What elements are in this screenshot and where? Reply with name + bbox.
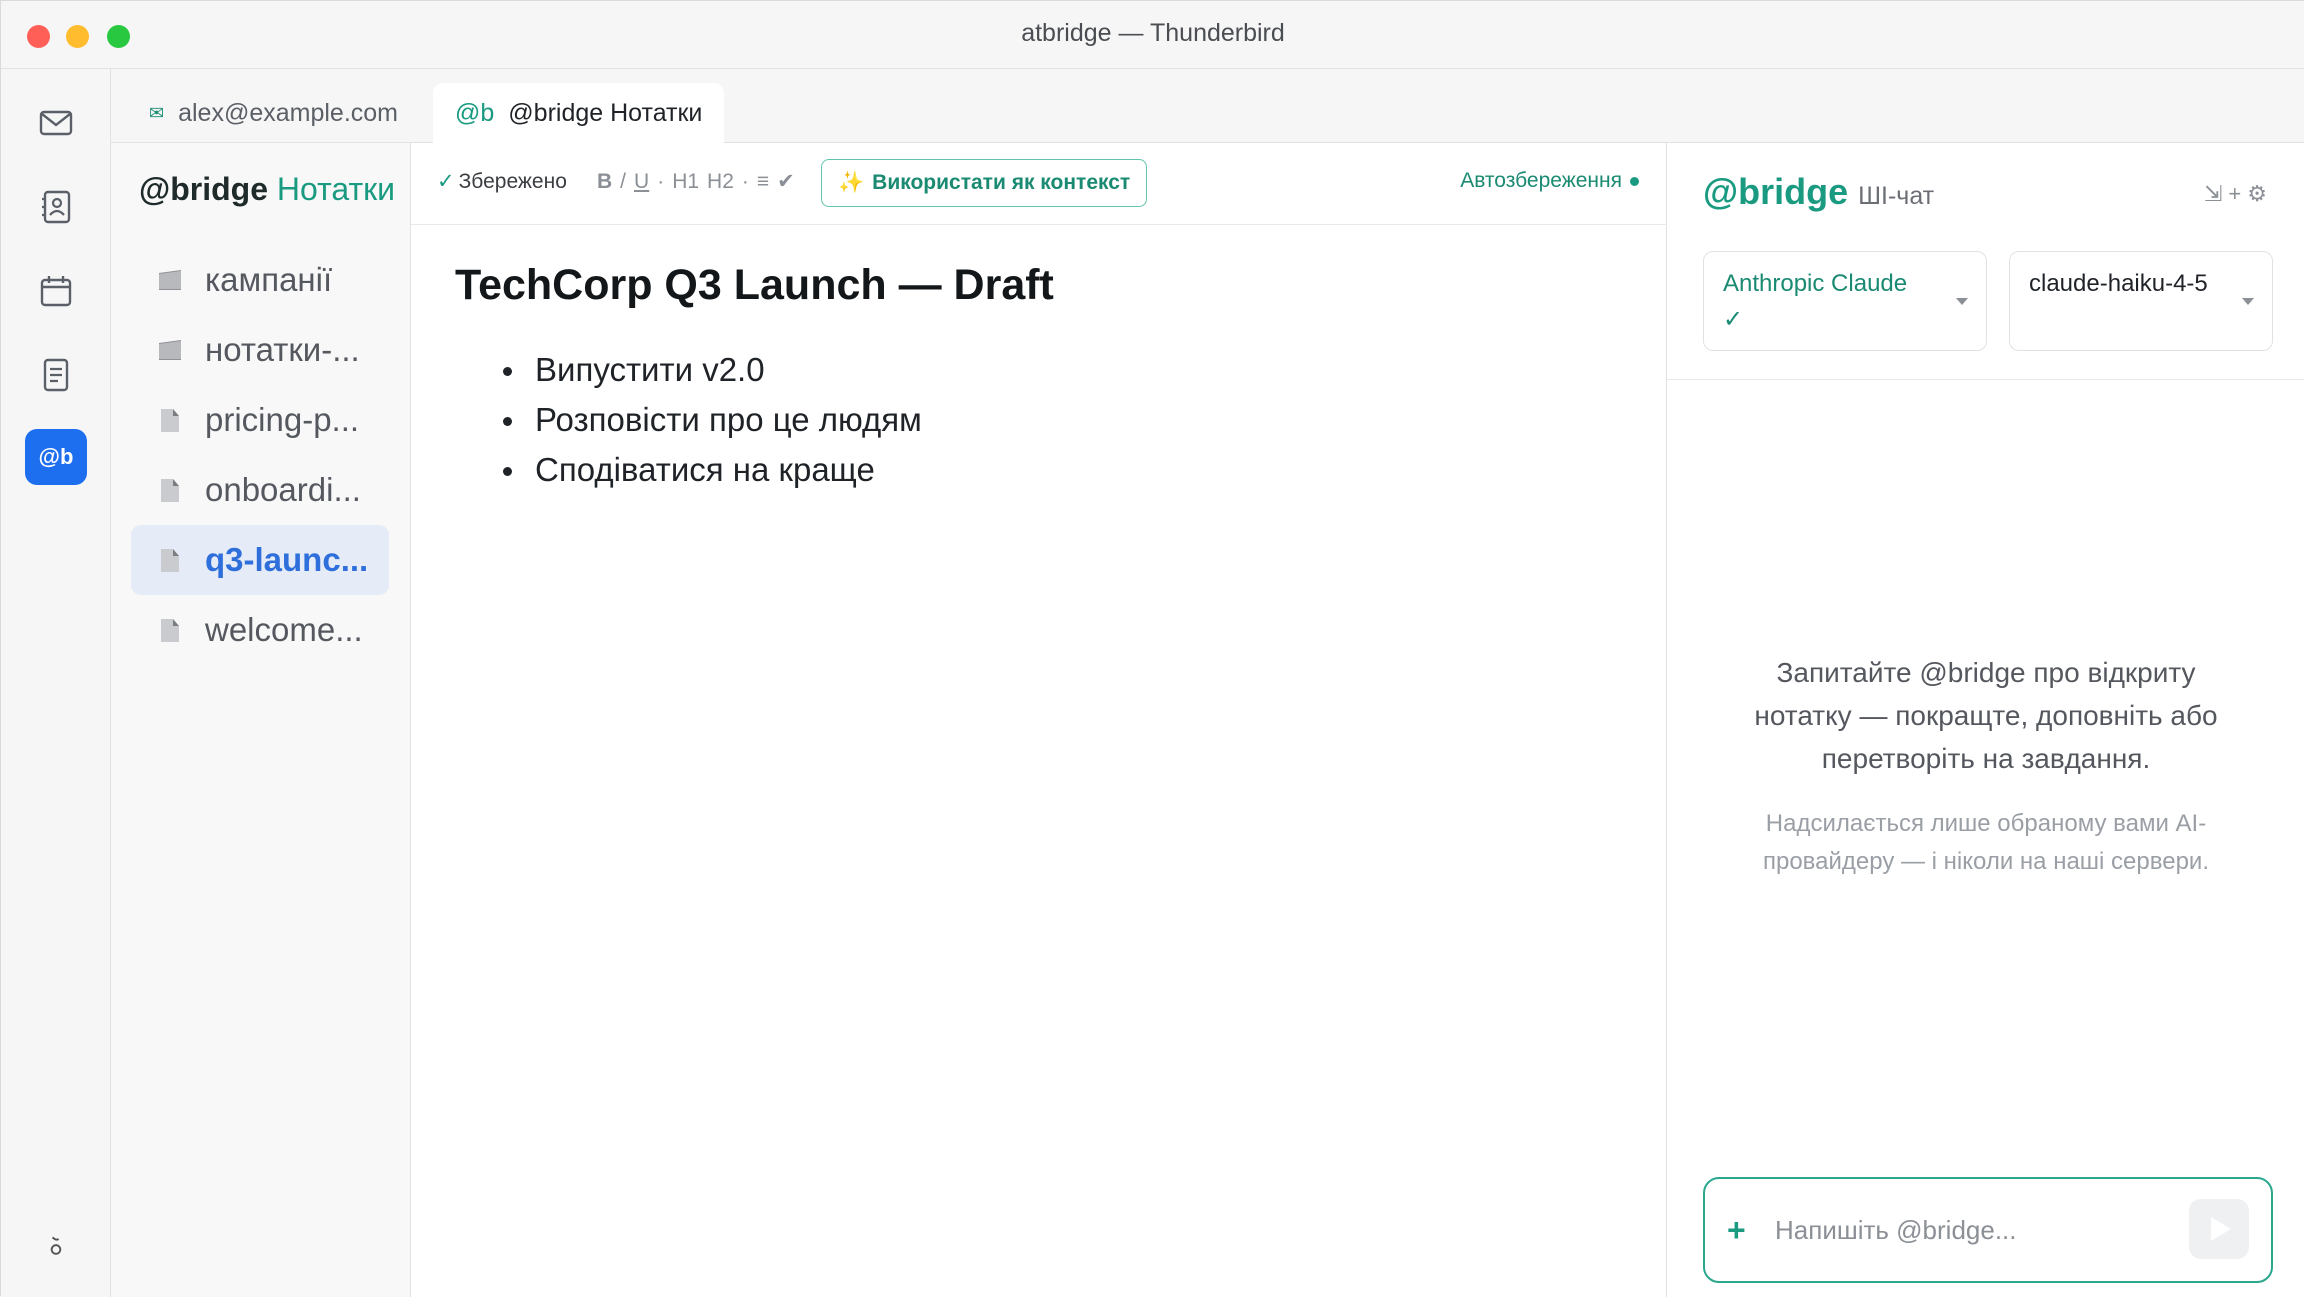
attach-plus-icon[interactable]: + [1727,1213,1746,1247]
editor-toolbar: ✓ Збережено B / U · H1 H2 · ≡ ✔ ✨ Використати як к… [411,143,1667,225]
heading2-button[interactable]: H2 [707,170,734,193]
notes-sidebar: @bridge Нотатки кампанії нотатки-... pri… [111,143,411,1297]
bullet-item[interactable]: Сподіватися на краще [455,445,922,495]
ai-chat-panel: @bridge ШІ-чат ⇲+⚙ Anthropic Claude ✓ clau… [1667,143,2304,1297]
rail-notes-button[interactable] [25,347,87,403]
file-icon [161,549,179,572]
tab-mail-label: alex@example.com [178,98,399,127]
autosave-dot-icon [1630,176,1639,186]
mail-icon: ✉ [149,102,165,123]
document-title[interactable]: TechCorp Q3 Launch — Draft [455,261,1054,310]
notes-icon [43,358,69,392]
notes-title-text: Нотатки [267,171,395,207]
model-select[interactable]: claude-haiku-4-5 [2009,251,2273,351]
file-icon [161,479,179,502]
chevron-down-icon [2242,298,2254,305]
note-file-item[interactable]: welcome... [131,595,389,665]
mail-icon [39,110,73,136]
chat-privacy-note: Надсилається лише обраному вами AI-прова… [1762,810,2209,875]
file-icon [161,409,179,432]
note-folder-item[interactable]: нотатки-... [131,315,389,385]
bullet-item[interactable]: Випустити v2.0 [455,345,922,395]
rail-address-book-button[interactable] [25,179,87,235]
app-window: atbridge — Thunderbird @b ✉ alex@example… [0,0,2304,1297]
model-select-value: claude-haiku-4-5 [2029,270,2208,297]
notes-title-brand: @bridge [139,171,268,207]
format-dot: · [741,170,749,193]
note-editor: ✓ Збережено B / U · H1 H2 · ≡ ✔ ✨ Використати як к… [411,143,1667,1297]
account-icon[interactable] [25,1221,87,1271]
bold-button[interactable]: B [597,170,612,193]
check-icon: ✓ [437,170,455,193]
chevron-down-icon [1956,298,1968,305]
format-controls: B / U · H1 H2 · ≡ ✔ [597,169,803,194]
chat-subtitle: ШІ-чат [1858,182,1935,210]
address-book-icon [42,190,71,224]
new-chat-icon[interactable]: + [2228,181,2247,206]
note-item-label: нотатки-... [205,331,360,368]
sparkles-icon: ✨ [838,171,865,194]
document-bullet-list[interactable]: Випустити v2.0 Розповісти про це людям С… [455,345,922,495]
tab-bar: ✉ alex@example.com @b @bridge Нотатки [111,69,2304,143]
tab-atbridge-notes[interactable]: @b @bridge Нотатки [433,83,725,143]
notes-title: @bridge Нотатки [139,171,395,208]
calendar-icon [40,276,72,307]
file-icon [161,619,179,642]
checklist-button[interactable]: ✔ [777,170,795,193]
rail-calendar-button[interactable] [25,263,87,319]
note-item-label: onboardi... [205,471,361,508]
use-as-context-button[interactable]: ✨ Використати як контекст [821,159,1148,207]
provider-select[interactable]: Anthropic Claude ✓ [1703,251,1987,351]
atbridge-tab-icon: @b [455,98,495,127]
note-item-label: welcome... [205,611,363,648]
folder-icon [159,340,181,360]
spaces-toolbar: @b [1,69,111,1297]
format-dot: · [657,170,665,193]
note-file-item-selected[interactable]: q3-launc... [131,525,389,595]
tab-atbridge-notes-label: @bridge Нотатки [508,98,703,127]
use-as-context-label: Використати як контекст [872,171,1131,194]
note-item-label: q3-launc... [205,541,369,578]
provider-status-icon: ✓ [1723,306,1744,333]
folder-icon [159,270,181,290]
settings-icon[interactable]: ⚙ [2247,181,2273,206]
chat-title: @bridge ШІ-чат [1703,171,1934,213]
underline-button[interactable]: U [634,170,649,193]
note-file-item[interactable]: onboardi... [131,455,389,525]
chat-empty-state: Запитайте @bridge про відкриту нотатку —… [1754,657,2218,774]
rail-atbridge-button[interactable]: @b [25,429,87,485]
provider-select-value: Anthropic Claude [1723,270,1908,297]
chat-composer: + [1703,1177,2273,1283]
save-status: ✓ Збережено [437,169,567,194]
chat-input[interactable] [1775,1207,2175,1253]
window-title: atbridge — Thunderbird [1021,19,1285,47]
save-status-label: Збережено [458,170,567,193]
autosave-status: Автозбереження [1460,169,1639,193]
send-button[interactable] [2189,1199,2249,1259]
chat-brand: @bridge [1703,171,1849,212]
atbridge-icon: @b [38,444,74,469]
autosave-label: Автозбереження [1460,169,1622,192]
format-separator: / [620,170,627,193]
title-bar: atbridge — Thunderbird [1,1,2304,69]
heading1-button[interactable]: H1 [672,170,699,193]
note-item-label: кампанії [205,261,333,298]
tab-mail[interactable]: ✉ alex@example.com [127,83,420,143]
collapse-icon[interactable]: ⇲ [2204,181,2228,206]
list-button[interactable]: ≡ [757,170,769,193]
rail-mail-button[interactable] [25,95,87,151]
note-folder-item[interactable]: кампанії [131,245,389,315]
chat-divider [1667,379,2304,380]
bullet-item[interactable]: Розповісти про це людям [455,395,922,445]
chat-actions: ⇲+⚙ [2204,181,2273,207]
note-file-item[interactable]: pricing-p... [131,385,389,455]
note-item-label: pricing-p... [205,401,360,438]
send-icon [2211,1217,2231,1241]
